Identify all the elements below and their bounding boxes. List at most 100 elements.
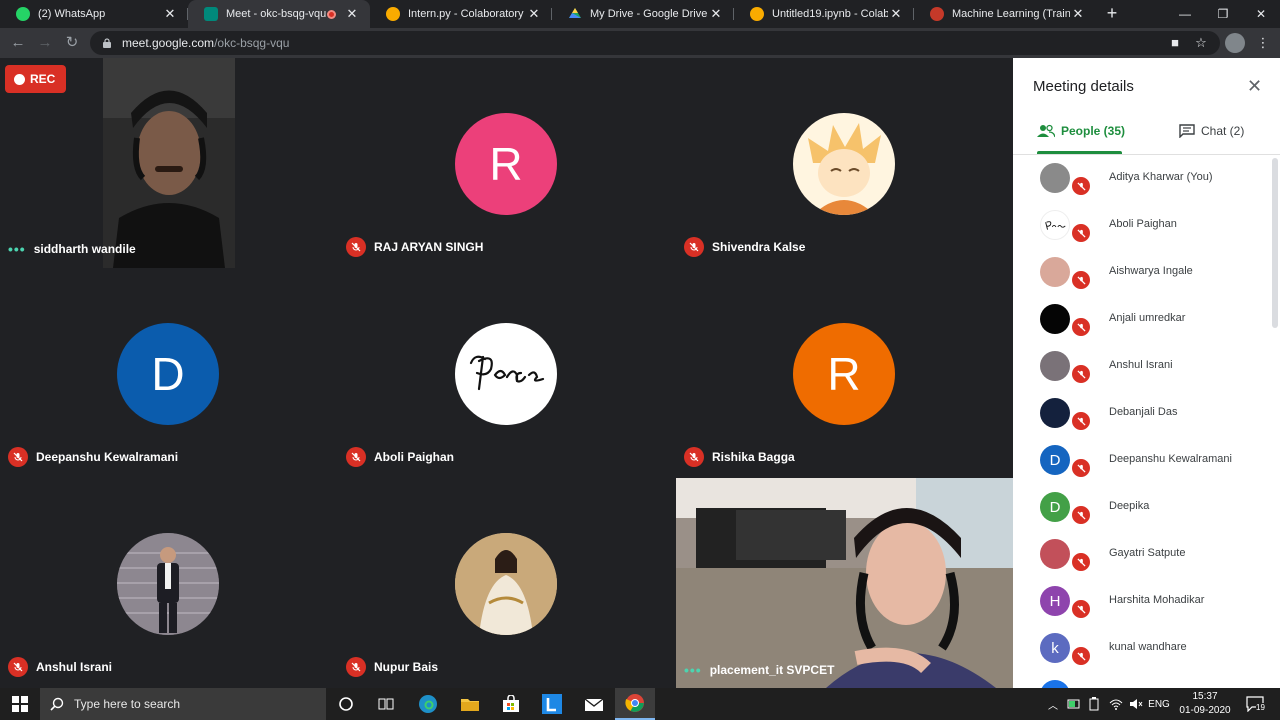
search-icon	[50, 697, 64, 711]
tab-google-drive[interactable]: My Drive - Google Drive ✕	[552, 0, 734, 28]
maximize-window-icon[interactable]: ❐	[1204, 0, 1242, 28]
tab-people[interactable]: People (35)	[1037, 124, 1125, 138]
participant-tile[interactable]: Shivendra Kalse	[676, 58, 1013, 267]
list-item[interactable]: Gayatri Satpute	[1013, 531, 1271, 577]
person-name: Deepanshu Kewalramani	[1109, 453, 1232, 465]
browser-menu-icon[interactable]: ⋮	[1254, 34, 1272, 52]
participant-tile[interactable]: D Deepanshu Kewalramani	[0, 268, 337, 477]
tab-untitled-colab[interactable]: Untitled19.ipynb - Colaboratory ✕	[734, 0, 914, 28]
participant-tile[interactable]: ••• placement_it SVPCET	[676, 478, 1013, 688]
avatar: D	[1040, 492, 1070, 522]
avatar	[1040, 539, 1070, 569]
lecture-app-icon[interactable]	[532, 688, 572, 720]
close-window-icon[interactable]: ✕	[1242, 0, 1280, 28]
chat-icon	[1179, 124, 1195, 138]
taskbar-clock[interactable]: 15:37 01-09-2020	[1172, 690, 1238, 718]
new-tab-button[interactable]: +	[1100, 2, 1124, 26]
camera-permission-icon[interactable]: ■	[1166, 34, 1184, 52]
avatar	[1040, 398, 1070, 428]
bookmark-star-icon[interactable]: ☆	[1192, 34, 1210, 52]
list-item[interactable]: H Harshita Mohadikar	[1013, 578, 1271, 624]
file-explorer-icon[interactable]	[450, 688, 490, 720]
close-tab-icon[interactable]: ✕	[888, 6, 904, 22]
back-icon[interactable]: ←	[7, 32, 29, 54]
close-tab-icon[interactable]: ✕	[708, 6, 724, 22]
person-name: Debanjali Das	[1109, 406, 1178, 418]
close-tab-icon[interactable]: ✕	[1070, 6, 1086, 22]
tab-intern-colab[interactable]: Intern.py - Colaboratory ✕	[370, 0, 552, 28]
list-item[interactable]: Aditya Kharwar (You)	[1013, 155, 1271, 201]
speaking-indicator-icon: •••	[8, 241, 26, 257]
person-name: Aditya Kharwar (You)	[1109, 171, 1213, 183]
tab-title: Meet - okc-bsqg-vqu	[226, 8, 327, 20]
task-view-icon[interactable]	[366, 688, 406, 720]
tab-machine-learning[interactable]: Machine Learning (Training ✕	[914, 0, 1096, 28]
taskbar-search-input[interactable]: Type here to search	[40, 688, 326, 720]
forward-icon[interactable]: →	[34, 32, 56, 54]
person-name: Anshul Israni	[1109, 359, 1173, 371]
participant-avatar	[793, 113, 895, 215]
participant-tile[interactable]: Aboli Paighan	[338, 268, 675, 477]
participant-tile[interactable]: Anshul Israni	[0, 478, 337, 687]
list-item[interactable]: Anjali umredkar	[1013, 296, 1271, 342]
battery-tray-icon[interactable]	[1064, 688, 1084, 720]
participant-tile[interactable]: R Rishika Bagga	[676, 268, 1013, 477]
language-indicator[interactable]: ENG	[1146, 688, 1172, 720]
tab-chat[interactable]: Chat (2)	[1179, 124, 1244, 138]
close-tab-icon[interactable]: ✕	[162, 6, 178, 22]
list-item[interactable]: Aboli Paighan	[1013, 202, 1271, 248]
list-item[interactable]: D Deepika	[1013, 484, 1271, 530]
list-item[interactable]	[1013, 672, 1271, 688]
participant-tile[interactable]: Nupur Bais	[338, 478, 675, 687]
minimize-window-icon[interactable]: —	[1166, 0, 1204, 28]
mic-off-icon	[8, 447, 28, 467]
colab-icon	[750, 7, 764, 21]
show-hidden-icons-icon[interactable]: ︿	[1044, 688, 1062, 720]
address-bar[interactable]: meet.google.com/okc-bsqg-vqu	[90, 31, 1220, 55]
chrome-icon[interactable]	[615, 688, 655, 720]
notification-center-icon[interactable]: 19	[1240, 688, 1270, 720]
close-tab-icon[interactable]: ✕	[344, 6, 360, 22]
person-name: Aboli Paighan	[1109, 218, 1177, 230]
meeting-stage: REC ••• siddharth wandile R RAJ ARYAN SI…	[0, 58, 1013, 688]
volume-tray-icon[interactable]	[1126, 688, 1146, 720]
tab-meet[interactable]: Meet - okc-bsqg-vqu ✕	[188, 0, 370, 28]
list-item[interactable]: k kunal wandhare	[1013, 625, 1271, 671]
wifi-tray-icon[interactable]	[1106, 688, 1126, 720]
people-list-scrollbar[interactable]	[1272, 158, 1278, 328]
close-tab-icon[interactable]: ✕	[526, 6, 542, 22]
profile-avatar[interactable]	[1225, 33, 1245, 53]
recording-indicator-icon	[327, 9, 336, 19]
list-item[interactable]: D Deepanshu Kewalramani	[1013, 437, 1271, 483]
participant-name: Shivendra Kalse	[684, 237, 805, 257]
mail-icon[interactable]	[574, 688, 614, 720]
windows-logo-icon	[12, 696, 28, 712]
list-item[interactable]: Aishwarya Ingale	[1013, 249, 1271, 295]
avatar: D	[1040, 445, 1070, 475]
edge-icon[interactable]	[408, 688, 448, 720]
tab-title: (2) WhatsApp	[38, 8, 106, 20]
mic-off-icon	[1070, 222, 1092, 244]
people-icon	[1037, 124, 1055, 138]
participant-name: Anshul Israni	[8, 657, 112, 677]
cortana-icon[interactable]	[326, 688, 366, 720]
speaking-indicator-icon: •••	[684, 662, 702, 678]
lock-icon	[103, 38, 111, 48]
tab-whatsapp[interactable]: (2) WhatsApp ✕	[0, 0, 188, 28]
participant-video	[676, 478, 1013, 688]
course-icon	[930, 7, 944, 21]
reload-icon[interactable]: ↻	[61, 32, 83, 54]
participant-name: ••• placement_it SVPCET	[684, 662, 835, 678]
store-icon[interactable]	[491, 688, 531, 720]
participant-tile[interactable]: R RAJ ARYAN SINGH	[338, 58, 675, 267]
chat-tab-label: Chat (2)	[1201, 124, 1245, 138]
person-name: Gayatri Satpute	[1109, 547, 1186, 559]
meet-icon	[204, 7, 218, 21]
power-tray-icon[interactable]	[1084, 688, 1104, 720]
windows-start-button[interactable]	[0, 688, 40, 720]
mic-off-icon	[346, 237, 366, 257]
list-item[interactable]: Anshul Israni	[1013, 343, 1271, 389]
list-item[interactable]: Debanjali Das	[1013, 390, 1271, 436]
close-panel-icon[interactable]: ✕	[1247, 76, 1262, 97]
avatar	[1040, 163, 1070, 193]
